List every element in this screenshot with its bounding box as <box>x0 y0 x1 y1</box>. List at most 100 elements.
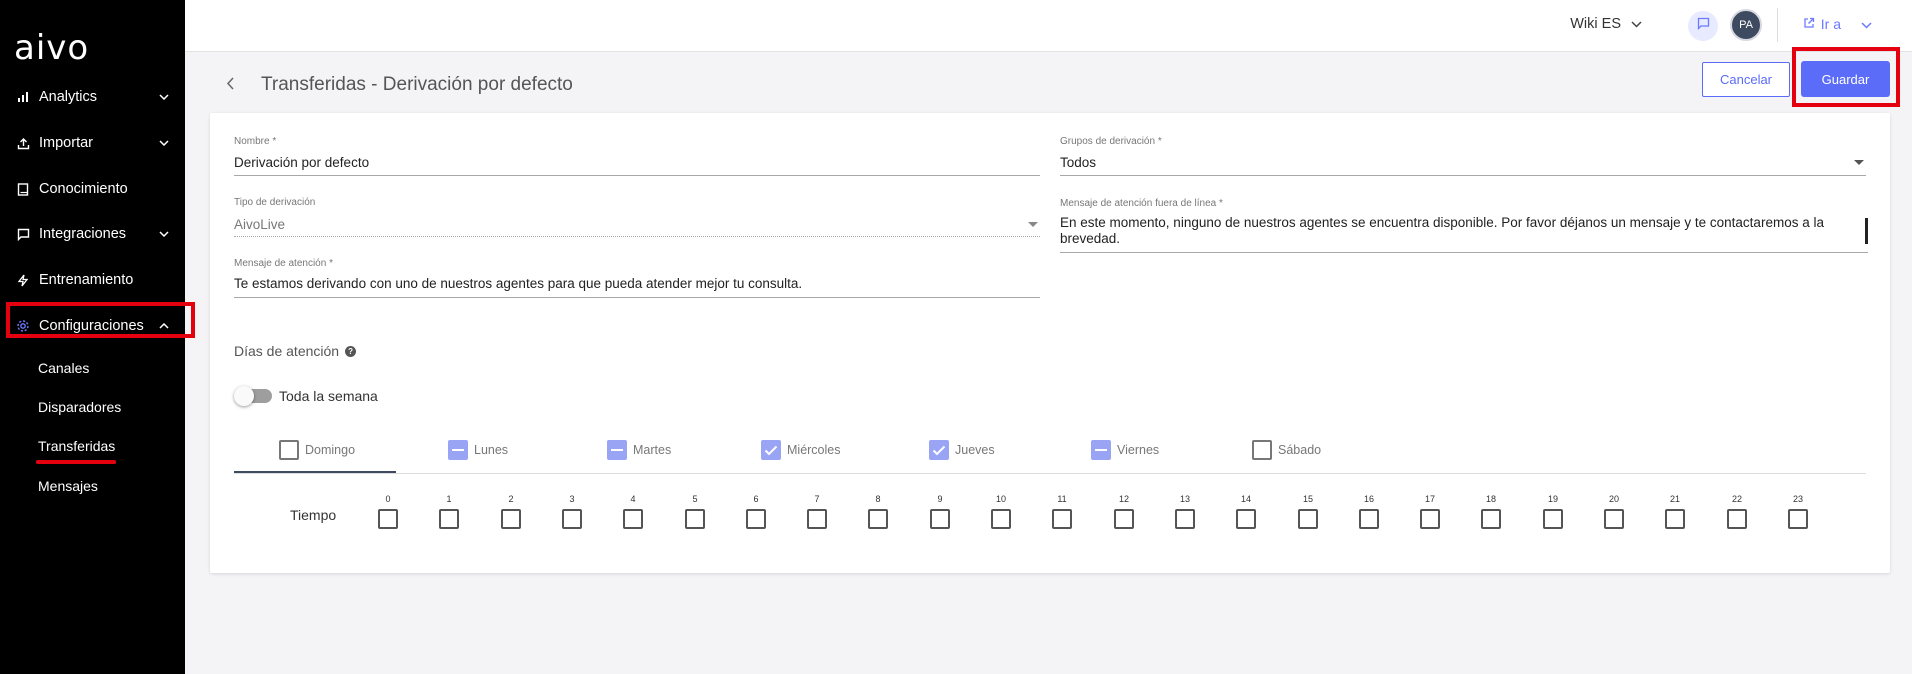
grupos-value: Todos <box>1060 155 1097 170</box>
hour-label: 1 <box>446 494 452 504</box>
sidebar-item-label: Entrenamiento <box>39 272 134 288</box>
hour-slot: 7 <box>805 494 829 529</box>
hour-checkbox[interactable] <box>1604 509 1624 529</box>
sidebar-item-entrenamiento[interactable]: Entrenamiento <box>0 260 185 300</box>
chevron-down-icon <box>1861 16 1872 32</box>
day-label: Jueves <box>955 443 995 457</box>
hour-checkbox[interactable] <box>1481 509 1501 529</box>
toggle-knob <box>234 386 254 406</box>
day-label: Viernes <box>1117 443 1160 457</box>
hour-checkbox[interactable] <box>868 509 888 529</box>
day-tab-martes[interactable]: Martes <box>607 440 671 460</box>
hour-checkbox[interactable] <box>1236 509 1256 529</box>
nombre-input[interactable]: Derivación por defecto <box>234 155 369 170</box>
hour-checkbox[interactable] <box>1788 509 1808 529</box>
hour-checkbox[interactable] <box>501 509 521 529</box>
back-button[interactable] <box>226 77 234 95</box>
day-checkbox[interactable] <box>1091 440 1111 460</box>
sidebar-item-integraciones[interactable]: Integraciones <box>0 214 185 254</box>
transferidas-underline <box>36 460 116 464</box>
hour-checkbox[interactable] <box>623 509 643 529</box>
day-tab-miercoles[interactable]: Miércoles <box>761 440 841 460</box>
hour-slot: 19 <box>1541 494 1565 529</box>
hour-slot: 8 <box>866 494 890 529</box>
day-checkbox[interactable] <box>279 440 299 460</box>
sidebar-item-label: Conocimiento <box>39 181 128 197</box>
day-label: Sábado <box>1278 443 1322 457</box>
chevron-down-icon <box>159 231 169 237</box>
mensaje-input[interactable]: Te estamos derivando con uno de nuestros… <box>234 276 802 291</box>
hour-checkbox[interactable] <box>1052 509 1072 529</box>
hour-label: 16 <box>1363 494 1374 504</box>
hour-checkbox[interactable] <box>1543 509 1563 529</box>
hour-checkbox[interactable] <box>1665 509 1685 529</box>
help-icon[interactable]: ? <box>345 345 357 357</box>
goto-menu[interactable]: Ir a <box>1803 16 1872 32</box>
hour-label: 20 <box>1608 494 1619 504</box>
hour-checkbox[interactable] <box>439 509 459 529</box>
mensaje-fuera-field[interactable]: Mensaje de atención fuera de línea * En … <box>1060 198 1868 254</box>
sidebar-subitem-mensajes[interactable]: Mensajes <box>38 478 98 494</box>
sidebar-subitem-transferidas[interactable]: Transferidas <box>38 438 115 454</box>
day-tab-jueves[interactable]: Jueves <box>929 440 995 460</box>
mensaje-label: Mensaje de atención * <box>234 258 333 269</box>
hour-checkbox[interactable] <box>1420 509 1440 529</box>
hour-label: 12 <box>1118 494 1129 504</box>
nombre-underline <box>234 175 1040 176</box>
hour-checkbox[interactable] <box>746 509 766 529</box>
day-checkbox[interactable] <box>761 440 781 460</box>
hour-checkbox[interactable] <box>1727 509 1747 529</box>
day-tab-viernes[interactable]: Viernes <box>1091 440 1159 460</box>
hour-label: 5 <box>692 494 698 504</box>
hour-checkbox[interactable] <box>807 509 827 529</box>
sidebar-subitem-disparadores[interactable]: Disparadores <box>38 399 121 415</box>
day-checkbox[interactable] <box>929 440 949 460</box>
tipo-label: Tipo de derivación <box>234 197 316 208</box>
day-tab-sabado[interactable]: Sábado <box>1252 440 1321 460</box>
hour-slot: 10 <box>989 494 1013 529</box>
caret-down-icon <box>1028 222 1038 227</box>
hour-checkbox[interactable] <box>1114 509 1134 529</box>
hour-slot: 21 <box>1663 494 1687 529</box>
day-checkbox[interactable] <box>607 440 627 460</box>
hour-slot: 15 <box>1296 494 1320 529</box>
bar-chart-icon <box>15 91 31 103</box>
day-checkbox[interactable] <box>1252 440 1272 460</box>
hour-checkbox[interactable] <box>1359 509 1379 529</box>
wiki-language-selector[interactable]: Wiki ES <box>1570 16 1642 32</box>
chevron-down-icon <box>159 140 169 146</box>
hour-checkbox[interactable] <box>562 509 582 529</box>
cancel-button[interactable]: Cancelar <box>1702 62 1790 97</box>
day-label: Lunes <box>474 443 509 457</box>
hour-checkbox[interactable] <box>1298 509 1318 529</box>
hour-slot: 11 <box>1050 494 1074 529</box>
hour-slot: 12 <box>1112 494 1136 529</box>
hour-checkbox[interactable] <box>685 509 705 529</box>
hour-checkbox[interactable] <box>991 509 1011 529</box>
day-tab-lunes[interactable]: Lunes <box>448 440 508 460</box>
sidebar-item-analytics[interactable]: Analytics <box>0 77 185 117</box>
hour-slot: 5 <box>683 494 707 529</box>
nombre-field[interactable]: Nombre * Derivación por defecto <box>234 136 1040 176</box>
chat-button[interactable] <box>1688 11 1718 41</box>
sidebar-item-conocimiento[interactable]: Conocimiento <box>0 169 185 209</box>
hour-checkbox[interactable] <box>1175 509 1195 529</box>
tipo-value: AivoLive <box>234 217 286 232</box>
sidebar-item-importar[interactable]: Importar <box>0 123 185 163</box>
user-avatar[interactable]: PA <box>1730 9 1762 41</box>
sidebar-subitem-canales[interactable]: Canales <box>38 360 89 376</box>
toda-la-semana-toggle[interactable] <box>234 386 272 406</box>
hour-label: 8 <box>875 494 881 504</box>
day-checkbox[interactable] <box>448 440 468 460</box>
hour-label: 18 <box>1485 494 1496 504</box>
mensaje-field[interactable]: Mensaje de atención * Te estamos derivan… <box>234 258 1040 298</box>
mensaje-fuera-textarea[interactable]: En este momento, ninguno de nuestros age… <box>1060 215 1860 247</box>
hour-checkbox[interactable] <box>378 509 398 529</box>
tipo-select[interactable]: Tipo de derivación AivoLive <box>234 197 1040 237</box>
topbar-divider <box>1777 8 1778 42</box>
hour-label: 6 <box>753 494 759 504</box>
day-tab-domingo[interactable]: Domingo <box>279 440 355 460</box>
grupos-select[interactable]: Grupos de derivación * Todos <box>1060 136 1866 176</box>
day-label: Martes <box>633 443 672 457</box>
hour-checkbox[interactable] <box>930 509 950 529</box>
